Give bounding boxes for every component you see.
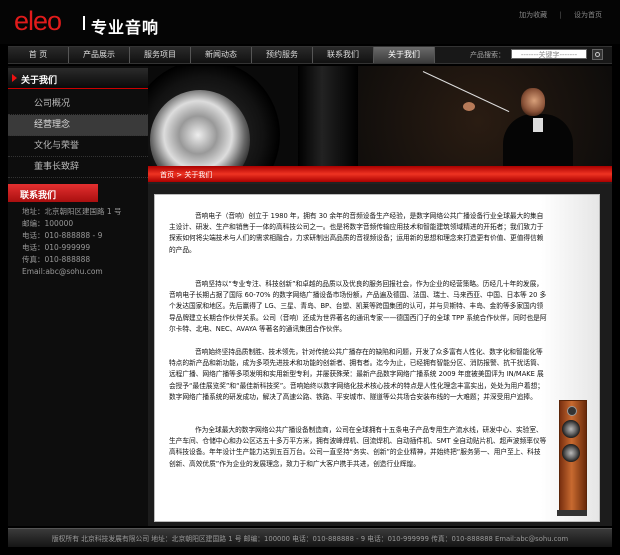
main-nav: 首 页 产品展示 服务项目 新闻动态 预约服务 联系我们 关于我们 产品搜索： … <box>8 46 612 64</box>
sidebar-item-philosophy[interactable]: 经营理念 <box>8 115 148 136</box>
breadcrumb-bar: 首页 > 关于我们 <box>148 166 612 182</box>
article-panel: 音响电子（音响）创立于 1980 年，拥有 30 余年的音频设备生产经验，是数字… <box>154 194 600 522</box>
nav-contact[interactable]: 联系我们 <box>313 47 374 63</box>
footer: 版权所有 北京科技发展有限公司 地址：北京朝阳区建国路 1 号 邮编：10000… <box>8 528 612 547</box>
set-homepage-link[interactable]: 设为首页 <box>574 11 602 19</box>
nav-news[interactable]: 新闻动态 <box>191 47 252 63</box>
article-paragraph-1: 音响电子（音响）创立于 1980 年，拥有 30 余年的音频设备生产经验，是数字… <box>169 212 544 254</box>
floor-speaker-image <box>557 400 587 518</box>
breadcrumb: 首页 > 关于我们 <box>160 171 213 179</box>
search-button[interactable] <box>592 49 603 60</box>
sidebar-item-company[interactable]: 公司概况 <box>8 94 148 115</box>
nav-about[interactable]: 关于我们 <box>374 47 435 63</box>
add-favorite-link[interactable]: 加为收藏 <box>519 11 547 19</box>
logo-separator <box>83 16 85 30</box>
header: eleo 专业音响 加为收藏 | 设为首页 <box>0 0 620 44</box>
contact-phone-2: 电话：010-999999 <box>22 243 91 252</box>
sidebar-item-culture[interactable]: 文化与荣誉 <box>8 136 148 157</box>
contact-zip: 邮编：100000 <box>22 219 74 228</box>
speaker-image <box>148 66 280 166</box>
nav-services[interactable]: 服务项目 <box>130 47 191 63</box>
sidebar-header: 关于我们 <box>8 68 148 89</box>
nav-home[interactable]: 首 页 <box>8 47 69 63</box>
contact-phone-1: 电话：010-888888 - 9 <box>22 231 103 240</box>
content-area: 音响电子（音响）创立于 1980 年，拥有 30 余年的音频设备生产经验，是数字… <box>148 184 612 526</box>
sidebar-title: 关于我们 <box>21 76 58 86</box>
contact-info: 地址：北京朝阳区建国路 1 号 邮编：100000 电话：010-888888 … <box>22 206 122 278</box>
nav-booking[interactable]: 预约服务 <box>252 47 313 63</box>
article-paragraph-4: 作为全球最大的数字网络公共广播设备制造商，公司在全球拥有十五条电子产品专用生产流… <box>169 426 547 468</box>
nav-products[interactable]: 产品展示 <box>69 47 130 63</box>
conductor-image <box>463 84 573 166</box>
top-links: 加为收藏 | 设为首页 <box>509 10 602 20</box>
logo-subtitle: 专业音响 <box>91 18 160 37</box>
contact-title: 联系我们 <box>20 191 57 201</box>
contact-email: Email:abc@sohu.com <box>22 267 103 276</box>
link-divider: | <box>559 11 562 19</box>
sidebar-item-chairman[interactable]: 董事长致辞 <box>8 157 148 178</box>
logo[interactable]: eleo <box>14 6 62 37</box>
sidebar: 关于我们 公司概况 经营理念 文化与荣誉 董事长致辞 联系我们 地址：北京朝阳区… <box>8 66 148 526</box>
contact-address: 地址：北京朝阳区建国路 1 号 <box>22 207 122 216</box>
contact-header: 联系我们 <box>8 184 98 202</box>
banner <box>148 66 612 166</box>
article-paragraph-2: 音响坚持以“专业专注、科技创新”和卓越的品质以及优良的服务回报社会，作为企业的经… <box>169 280 547 333</box>
search-label: 产品搜索： <box>470 51 505 59</box>
arrow-icon <box>12 74 17 82</box>
article-paragraph-3: 音响始终坚持品质制胜、技术领先，针对传统公共广播存在的缺陷和问题，开发了众多富有… <box>169 348 544 401</box>
sidebar-menu: 公司概况 经营理念 文化与荣誉 董事长致辞 <box>8 94 148 178</box>
contact-fax: 传真：010-888888 <box>22 255 91 264</box>
footer-text: 版权所有 北京科技发展有限公司 地址：北京朝阳区建国路 1 号 邮编：10000… <box>51 535 569 543</box>
search-input[interactable]: -------关键字------- <box>511 49 587 59</box>
